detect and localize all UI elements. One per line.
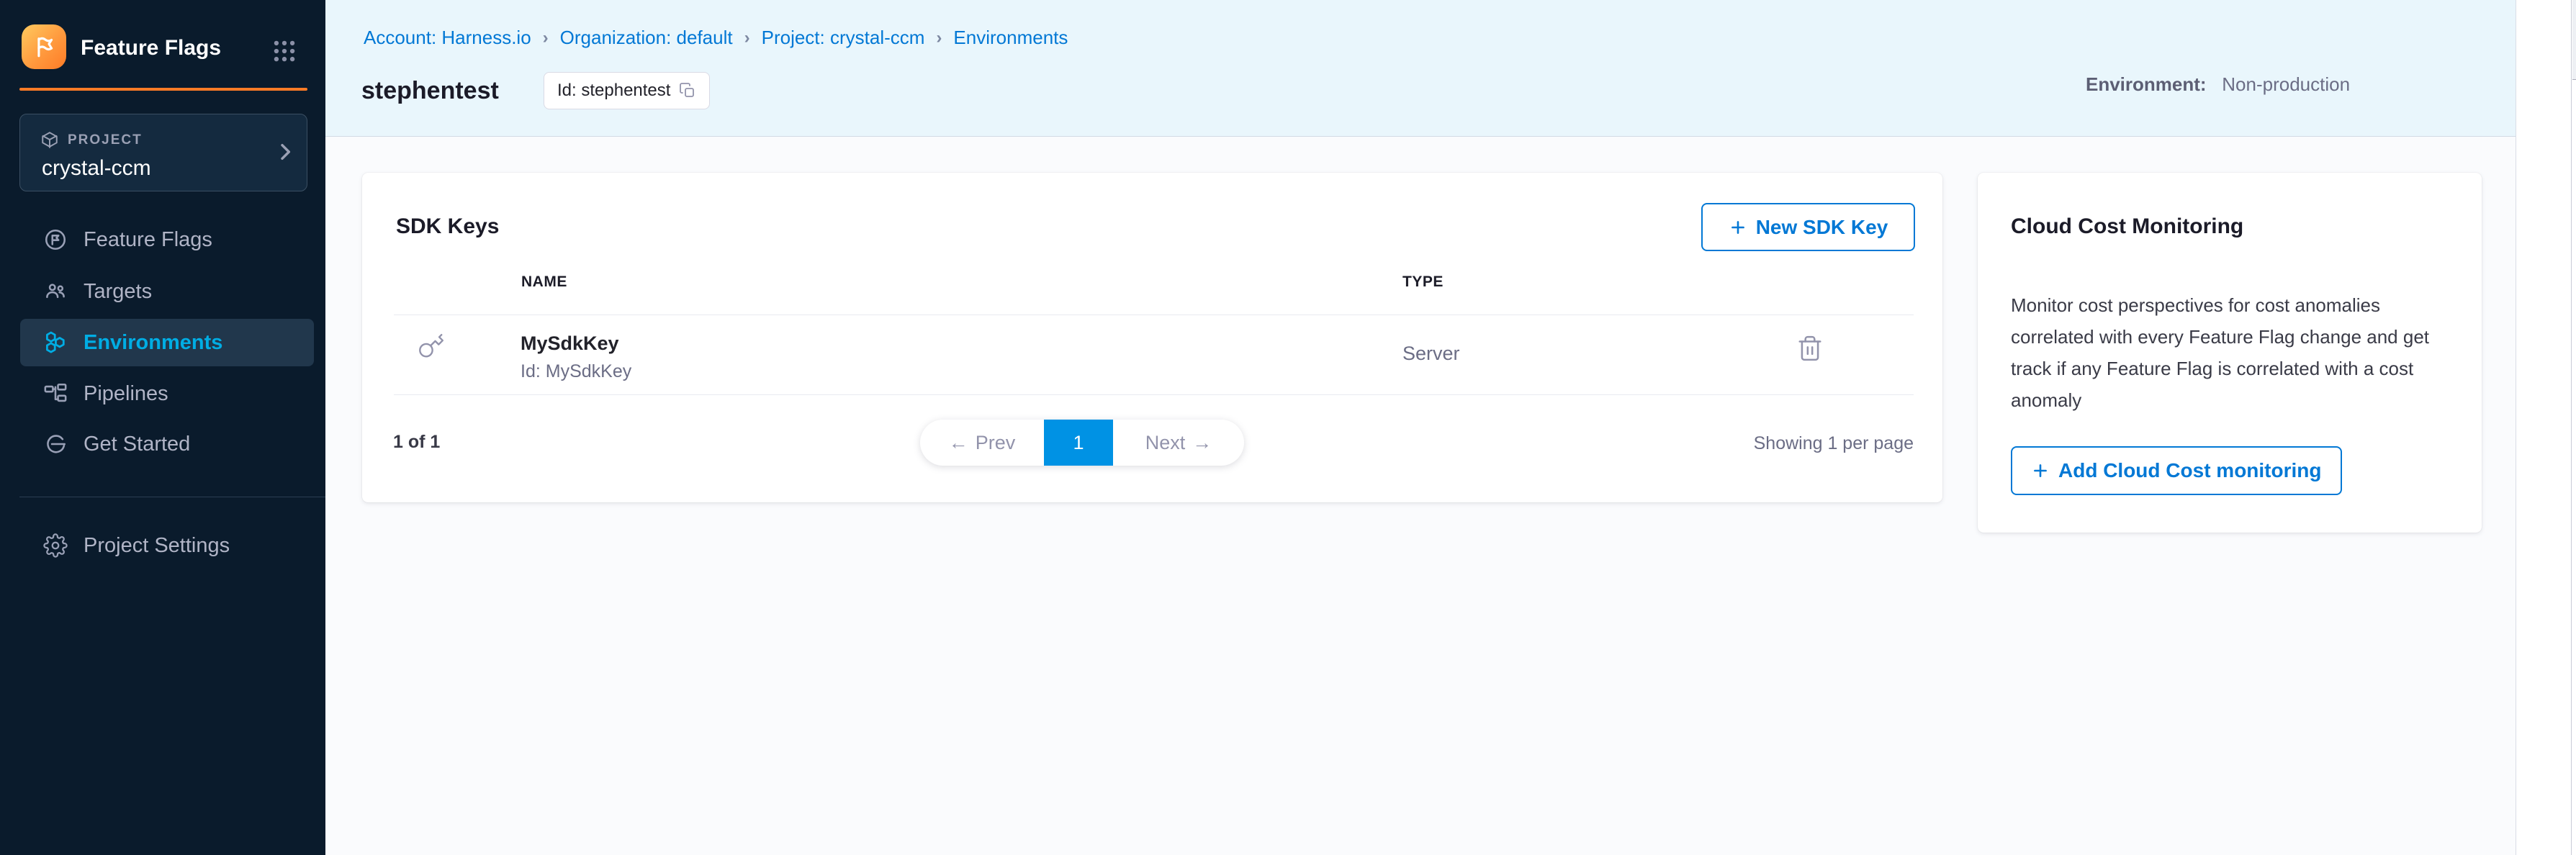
sidebar-item-label: Targets bbox=[84, 280, 152, 304]
project-label: PROJECT bbox=[68, 132, 143, 148]
next-page-button[interactable]: Next → bbox=[1113, 420, 1244, 466]
cube-icon bbox=[40, 130, 59, 149]
flag-logo-icon bbox=[32, 35, 56, 59]
sidebar-item-label: Project Settings bbox=[84, 534, 230, 558]
flag-circle-icon bbox=[43, 227, 68, 252]
get-started-icon bbox=[43, 432, 68, 456]
module-title: Feature Flags bbox=[81, 36, 221, 60]
main-content: SDK Keys New SDK Key NAME TYPE MySdkKey … bbox=[325, 137, 2516, 855]
breadcrumb-project[interactable]: Project: crystal-ccm bbox=[762, 27, 925, 49]
sdk-key-name: MySdkKey bbox=[521, 332, 619, 354]
sidebar-item-label: Pipelines bbox=[84, 382, 168, 406]
pagination-control: ← Prev 1 Next → bbox=[920, 420, 1244, 466]
table-row: MySdkKey Id: MySdkKey Server bbox=[362, 315, 1942, 394]
table-row-divider bbox=[394, 394, 1914, 395]
sidebar-item-feature-flags[interactable]: Feature Flags bbox=[20, 216, 314, 263]
cloud-cost-title: Cloud Cost Monitoring bbox=[2011, 214, 2243, 240]
copy-icon[interactable] bbox=[679, 82, 696, 99]
environment-type-label: Environment: bbox=[2086, 73, 2207, 95]
module-accent-rule bbox=[19, 88, 307, 91]
app-root: Feature Flags PROJECT crystal-ccm bbox=[0, 0, 2576, 855]
sidebar-item-label: Get Started bbox=[84, 433, 190, 456]
arrow-right-icon: → bbox=[1192, 432, 1212, 454]
sdk-key-id: Id: MySdkKey bbox=[521, 361, 631, 381]
environment-id-chip: Id: stephentest bbox=[544, 72, 710, 109]
breadcrumb-environments[interactable]: Environments bbox=[953, 27, 1068, 49]
sdk-keys-title: SDK Keys bbox=[396, 214, 499, 240]
page-header: Account: Harness.io › Organization: defa… bbox=[325, 0, 2516, 137]
breadcrumb-account[interactable]: Account: Harness.io bbox=[364, 27, 531, 49]
sidebar-item-pipelines[interactable]: Pipelines bbox=[20, 370, 314, 417]
chevron-separator-icon: › bbox=[936, 28, 942, 48]
sidebar-item-get-started[interactable]: Get Started bbox=[20, 420, 314, 468]
sidebar-item-environments[interactable]: Environments bbox=[20, 319, 314, 366]
page-number-button[interactable]: 1 bbox=[1044, 420, 1113, 466]
sdk-key-type: Server bbox=[1402, 343, 1460, 364]
environment-type-value: Non-production bbox=[2222, 73, 2350, 95]
sdk-keys-card: SDK Keys New SDK Key NAME TYPE MySdkKey … bbox=[362, 173, 1942, 502]
environment-id-text: Id: stephentest bbox=[557, 81, 670, 101]
delete-sdk-key-icon[interactable] bbox=[1796, 335, 1824, 362]
sidebar-item-targets[interactable]: Targets bbox=[20, 268, 314, 315]
gear-icon bbox=[43, 533, 68, 558]
breadcrumb: Account: Harness.io › Organization: defa… bbox=[364, 27, 1068, 49]
sidebar-item-label: Environments bbox=[84, 331, 222, 355]
sidebar-item-project-settings[interactable]: Project Settings bbox=[20, 522, 314, 569]
page-count: 1 of 1 bbox=[393, 433, 440, 451]
project-selector[interactable]: PROJECT crystal-ccm bbox=[19, 114, 307, 191]
arrow-left-icon: ← bbox=[949, 432, 968, 454]
plus-icon bbox=[1729, 218, 1747, 237]
column-header-name: NAME bbox=[521, 273, 567, 291]
sdk-key-icon bbox=[418, 332, 445, 360]
nine-dot-grid-icon[interactable] bbox=[271, 37, 298, 65]
scrollbar-track[interactable] bbox=[2571, 0, 2576, 855]
cloud-cost-card: Cloud Cost Monitoring Monitor cost persp… bbox=[1978, 173, 2482, 533]
new-sdk-key-button[interactable]: New SDK Key bbox=[1701, 203, 1915, 251]
project-name: crystal-ccm bbox=[42, 156, 151, 181]
hexagons-icon bbox=[43, 330, 68, 355]
plus-icon bbox=[2031, 461, 2050, 480]
sidebar: Feature Flags PROJECT crystal-ccm bbox=[0, 0, 325, 855]
page-title: stephentest bbox=[361, 75, 499, 107]
column-header-type: TYPE bbox=[1402, 273, 1444, 291]
showing-per-page: Showing 1 per page bbox=[1582, 433, 1914, 454]
add-cloud-cost-button[interactable]: Add Cloud Cost monitoring bbox=[2011, 446, 2342, 495]
chevron-separator-icon: › bbox=[744, 28, 750, 48]
breadcrumb-organization[interactable]: Organization: default bbox=[560, 27, 733, 49]
chevron-right-icon bbox=[274, 140, 297, 163]
feature-flags-logo bbox=[22, 24, 66, 69]
people-icon bbox=[43, 279, 68, 304]
prev-page-button[interactable]: ← Prev bbox=[920, 420, 1044, 466]
scrollbar-thumb[interactable] bbox=[2572, 0, 2576, 80]
sidebar-item-label: Feature Flags bbox=[84, 228, 212, 252]
environment-type: Environment: Non-production bbox=[2086, 73, 2350, 96]
cloud-cost-description: Monitor cost perspectives for cost anoma… bbox=[2011, 289, 2432, 416]
chevron-separator-icon: › bbox=[543, 28, 549, 48]
right-gutter bbox=[2516, 0, 2576, 855]
pipeline-icon bbox=[43, 381, 68, 406]
